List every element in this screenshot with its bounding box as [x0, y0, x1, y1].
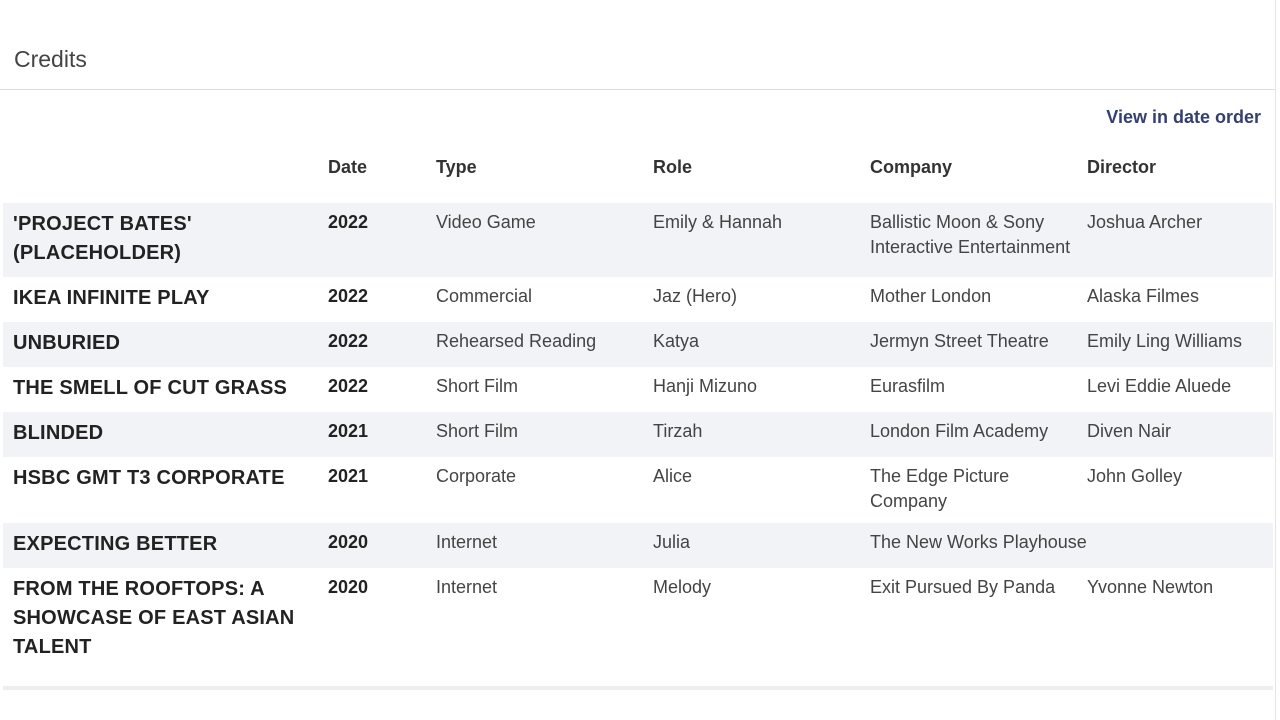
credits-panel: Credits View in date order Date Type Rol… — [0, 0, 1276, 720]
credit-title: 'PROJECT BATES' (PLACEHOLDER) — [3, 203, 328, 277]
credit-role: Alice — [653, 466, 693, 486]
credit-date: 2022 — [328, 286, 369, 306]
panel-title: Credits — [14, 46, 87, 72]
credit-director: Levi Eddie Aluede — [1087, 376, 1232, 396]
panel-header: Credits — [0, 0, 1275, 90]
credit-role: Hanji Mizuno — [653, 376, 758, 396]
credit-date: 2022 — [328, 376, 369, 396]
credit-type: Internet — [436, 523, 653, 568]
credit-company: The Edge Picture Company — [870, 466, 1010, 511]
table-row: 'PROJECT BATES' (PLACEHOLDER) 2022 Video… — [3, 203, 1273, 277]
header-director: Director — [1087, 157, 1157, 177]
table-row: BLINDED 2021 Short Film Tirzah London Fi… — [3, 412, 1273, 457]
credit-role: Tirzah — [653, 412, 870, 457]
header-company: Company — [870, 157, 953, 177]
table-row: EXPECTING BETTER 2020 Internet Julia The… — [3, 523, 1273, 568]
table-row: THE SMELL OF CUT GRASS 2022 Short Film H… — [3, 367, 1273, 412]
credit-date: 2021 — [328, 412, 436, 457]
credit-company: London Film Academy — [870, 412, 1087, 457]
credit-date: 2022 — [328, 203, 436, 277]
credit-role: Melody — [653, 577, 712, 597]
header-title — [3, 150, 328, 203]
table-row: IKEA INFINITE PLAY 2022 Commercial Jaz (… — [3, 277, 1273, 322]
credit-type: Short Film — [436, 412, 653, 457]
credit-date: 2020 — [328, 523, 436, 568]
table-row: HSBC GMT T3 CORPORATE 2021 Corporate Ali… — [3, 457, 1273, 523]
credit-role: Jaz (Hero) — [653, 286, 738, 306]
credit-director: Emily Ling Williams — [1087, 322, 1273, 367]
credit-type: Video Game — [436, 203, 653, 277]
header-role: Role — [653, 157, 693, 177]
credit-title: HSBC GMT T3 CORPORATE — [13, 467, 285, 489]
credit-company: Exit Pursued By Panda — [870, 577, 1056, 597]
credit-company: Mother London — [870, 286, 992, 306]
credit-director: Joshua Archer — [1087, 203, 1273, 277]
header-date: Date — [328, 157, 368, 177]
credit-type: Rehearsed Reading — [436, 322, 653, 367]
credit-director — [1087, 523, 1273, 568]
credit-type: Internet — [436, 577, 498, 597]
credit-date: 2022 — [328, 322, 436, 367]
credit-title: THE SMELL OF CUT GRASS — [13, 377, 288, 399]
credit-company: Ballistic Moon & Sony Interactive Entert… — [870, 203, 1087, 277]
credit-title: EXPECTING BETTER — [3, 523, 328, 568]
credits-table: Date Type Role Company Director 'PROJECT… — [3, 150, 1273, 668]
credit-date: 2020 — [328, 577, 369, 597]
table-row: UNBURIED 2022 Rehearsed Reading Katya Je… — [3, 322, 1273, 367]
table-header-row: Date Type Role Company Director — [3, 150, 1273, 203]
credit-director: Yvonne Newton — [1087, 577, 1214, 597]
credit-title: IKEA INFINITE PLAY — [13, 287, 210, 309]
credit-company: Jermyn Street Theatre — [870, 322, 1087, 367]
credit-type: Short Film — [436, 376, 519, 396]
credit-date: 2021 — [328, 466, 369, 486]
credit-title: UNBURIED — [3, 322, 328, 367]
table-row: FROM THE ROOFTOPS: A SHOWCASE OF EAST AS… — [3, 568, 1273, 668]
credit-role: Katya — [653, 322, 870, 367]
credit-company: Eurasfilm — [870, 376, 946, 396]
credit-role: Emily & Hannah — [653, 203, 870, 277]
credit-director: John Golley — [1087, 466, 1183, 486]
credit-title: BLINDED — [3, 412, 328, 457]
credit-role: Julia — [653, 523, 870, 568]
credit-company: The New Works Playhouse — [870, 523, 1087, 568]
view-in-date-order-link[interactable]: View in date order — [1106, 107, 1261, 128]
credit-type: Commercial — [436, 286, 533, 306]
credit-director: Diven Nair — [1087, 412, 1273, 457]
table-bottom-border — [3, 686, 1273, 690]
credit-type: Corporate — [436, 466, 517, 486]
header-type: Type — [436, 157, 477, 177]
credit-director: Alaska Filmes — [1087, 286, 1200, 306]
credit-title: FROM THE ROOFTOPS: A SHOWCASE OF EAST AS… — [13, 578, 295, 658]
